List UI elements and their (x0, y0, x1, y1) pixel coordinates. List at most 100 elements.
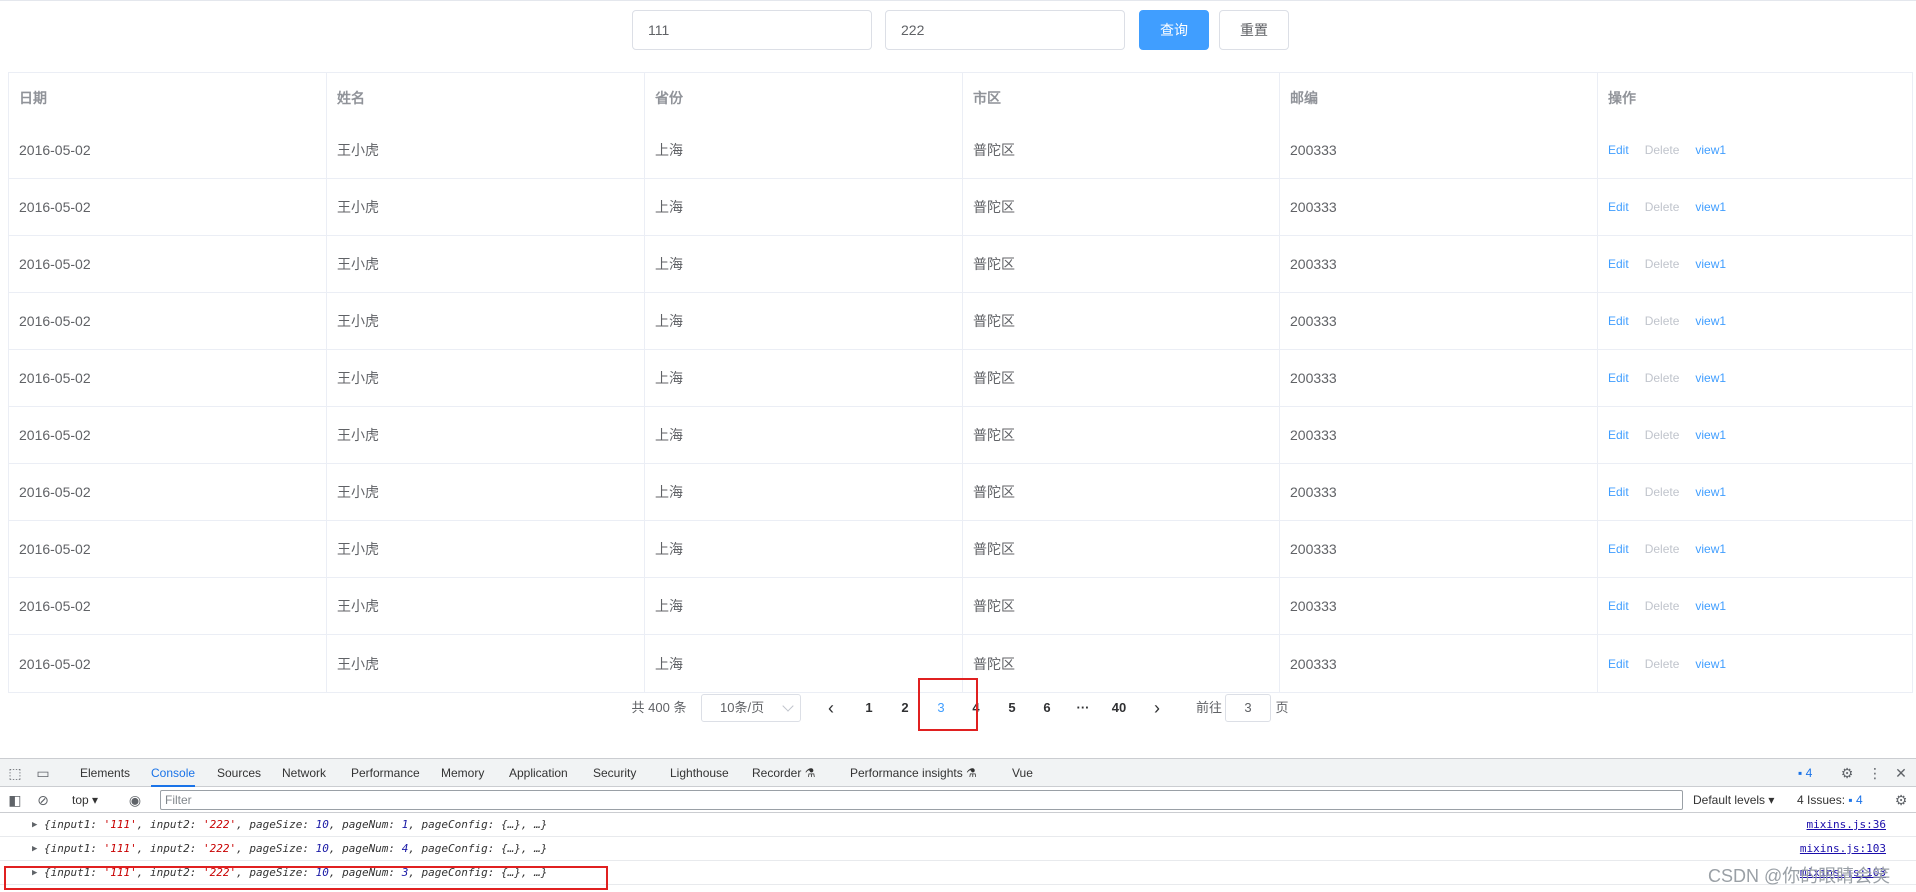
goto-page-input[interactable]: 3 (1225, 694, 1271, 722)
console-settings-icon[interactable]: ⚙ (1892, 791, 1910, 809)
tab-memory[interactable]: Memory (441, 759, 484, 787)
context-select[interactable]: top ▾ (72, 787, 98, 813)
delete-link[interactable]: Delete (1645, 371, 1680, 385)
view-link[interactable]: view1 (1695, 200, 1726, 214)
eye-icon[interactable]: ◉ (126, 791, 144, 809)
tab-console[interactable]: Console (151, 759, 196, 787)
issues-count[interactable]: 4 Issues: ▪ 4 (1797, 787, 1863, 813)
highlight-box-current-page (918, 678, 978, 731)
delete-link[interactable]: Delete (1645, 657, 1680, 671)
delete-link[interactable]: Delete (1645, 428, 1680, 442)
page-2[interactable]: 2 (890, 692, 920, 724)
log-source-link[interactable]: mixins.js:36 (1807, 813, 1886, 837)
expand-triangle-icon[interactable]: ▶ (32, 813, 37, 837)
cell-zip: 200333 (1280, 407, 1598, 463)
edit-link[interactable]: Edit (1608, 257, 1629, 271)
edit-link[interactable]: Edit (1608, 657, 1629, 671)
issues-badge[interactable]: ▪ 4 (1798, 759, 1812, 787)
cell-province: 上海 (645, 179, 963, 235)
cell-city: 普陀区 (963, 464, 1280, 520)
issues-count-value: 4 (1855, 793, 1863, 807)
page-1[interactable]: 1 (854, 692, 884, 724)
log-fragment: , pageSize: (236, 842, 316, 855)
page-5[interactable]: 5 (997, 692, 1027, 724)
gear-icon[interactable]: ⚙ (1838, 764, 1856, 782)
tab-vue[interactable]: Vue (1012, 759, 1033, 787)
sidebar-toggle-icon[interactable]: ◧ (6, 791, 24, 809)
log-message: {input1: '111', input2: '222', pageSize:… (44, 837, 547, 861)
log-fragment: 10 (315, 818, 329, 831)
cell-date: 2016-05-02 (9, 464, 327, 520)
delete-link[interactable]: Delete (1645, 314, 1680, 328)
edit-link[interactable]: Edit (1608, 371, 1629, 385)
view-link[interactable]: view1 (1695, 428, 1726, 442)
data-table: 日期 姓名 省份 市区 邮编 操作 2016-05-02 王小虎 上海 普陀区 2003… (8, 72, 1913, 693)
next-page-button[interactable]: › (1142, 692, 1172, 724)
view-link[interactable]: view1 (1695, 143, 1726, 157)
reset-button[interactable]: 重置 (1219, 10, 1289, 50)
expand-triangle-icon[interactable]: ▶ (32, 837, 37, 861)
tab-recorder[interactable]: Recorder ⚗ (752, 759, 815, 787)
page-size-select[interactable]: 10条/页 (701, 694, 801, 722)
view-link[interactable]: view1 (1695, 371, 1726, 385)
close-icon[interactable]: ✕ (1892, 764, 1910, 782)
device-toolbar-icon[interactable]: ▭ (34, 764, 52, 782)
view-link[interactable]: view1 (1695, 657, 1726, 671)
search-bar: 111 222 查询 重置 (0, 0, 1916, 60)
goto-label: 前往 (1195, 700, 1222, 715)
delete-link[interactable]: Delete (1645, 257, 1680, 271)
search-input-1[interactable]: 111 (632, 10, 872, 50)
console-log-line[interactable]: ▶ {input1: '111', input2: '222', pageSize… (0, 813, 1916, 837)
cell-zip: 200333 (1280, 236, 1598, 292)
tab-security[interactable]: Security (593, 759, 636, 787)
view-link[interactable]: view1 (1695, 485, 1726, 499)
edit-link[interactable]: Edit (1608, 143, 1629, 157)
log-fragment: , pageSize: (236, 818, 316, 831)
table-row: 2016-05-02 王小虎 上海 普陀区 200333 Edit Delete view1 (9, 407, 1912, 464)
cell-province: 上海 (645, 350, 963, 406)
delete-link[interactable]: Delete (1645, 599, 1680, 613)
edit-link[interactable]: Edit (1608, 542, 1629, 556)
edit-link[interactable]: Edit (1608, 200, 1629, 214)
delete-link[interactable]: Delete (1645, 485, 1680, 499)
tab-lighthouse[interactable]: Lighthouse (670, 759, 729, 787)
view-link[interactable]: view1 (1695, 542, 1726, 556)
chevron-down-icon (782, 700, 794, 712)
view-link[interactable]: view1 (1695, 314, 1726, 328)
page-6[interactable]: 6 (1032, 692, 1062, 724)
cell-zip: 200333 (1280, 464, 1598, 520)
column-header-actions: 操作 (1608, 89, 1636, 106)
log-fragment: '111' (103, 842, 137, 855)
tab-elements[interactable]: Elements (80, 759, 130, 787)
delete-link[interactable]: Delete (1645, 143, 1680, 157)
edit-link[interactable]: Edit (1608, 428, 1629, 442)
view-link[interactable]: view1 (1695, 257, 1726, 271)
more-options-icon[interactable]: ⋮ (1866, 764, 1884, 782)
log-source-link[interactable]: mixins.js:103 (1800, 837, 1886, 861)
page-ellipsis[interactable]: ··· (1068, 692, 1098, 724)
page-last[interactable]: 40 (1104, 692, 1134, 724)
tab-sources[interactable]: Sources (217, 759, 261, 787)
delete-link[interactable]: Delete (1645, 542, 1680, 556)
issues-badge-count: 4 (1805, 766, 1813, 780)
search-input-2[interactable]: 222 (885, 10, 1125, 50)
edit-link[interactable]: Edit (1608, 485, 1629, 499)
tab-network[interactable]: Network (282, 759, 326, 787)
cell-province: 上海 (645, 578, 963, 634)
delete-link[interactable]: Delete (1645, 200, 1680, 214)
console-filter-input[interactable]: Filter (160, 790, 1683, 810)
log-levels-select[interactable]: Default levels ▾ (1693, 787, 1774, 813)
message-icon: ▪ (1848, 793, 1853, 807)
edit-link[interactable]: Edit (1608, 314, 1629, 328)
prev-page-button[interactable]: ‹ (816, 692, 846, 724)
cell-province: 上海 (645, 293, 963, 349)
query-button[interactable]: 查询 (1139, 10, 1209, 50)
edit-link[interactable]: Edit (1608, 599, 1629, 613)
clear-console-icon[interactable]: ⊘ (34, 791, 52, 809)
view-link[interactable]: view1 (1695, 599, 1726, 613)
tab-performance[interactable]: Performance (351, 759, 420, 787)
tab-performance-insights[interactable]: Performance insights ⚗ (850, 759, 977, 787)
tab-application[interactable]: Application (509, 759, 568, 787)
console-log-line[interactable]: ▶ {input1: '111', input2: '222', pageSize… (0, 837, 1916, 861)
inspect-element-icon[interactable]: ⬚ (6, 764, 24, 782)
